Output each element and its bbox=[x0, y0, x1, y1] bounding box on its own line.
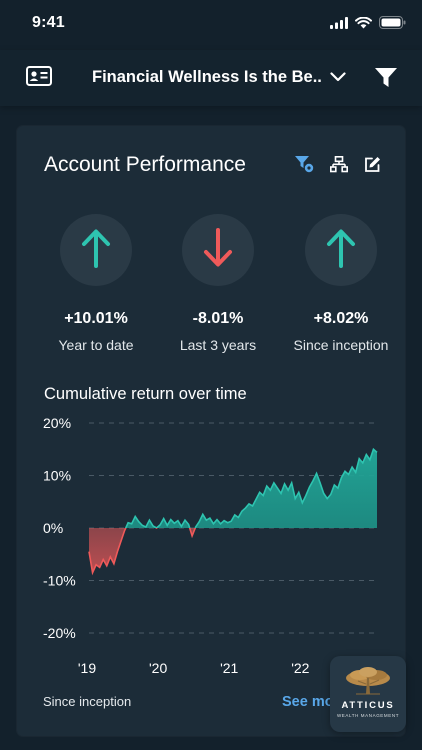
metric-value: +8.02% bbox=[313, 310, 369, 327]
signal-icon bbox=[330, 16, 348, 34]
chart-title: Cumulative return over time bbox=[44, 385, 247, 403]
metric-last-3-years: -8.01% Last 3 years bbox=[154, 214, 282, 353]
x-tick-label: '20 bbox=[149, 660, 167, 676]
wifi-icon bbox=[355, 16, 372, 34]
tree-icon bbox=[346, 667, 390, 695]
cumulative-return-chart: 20% 10% 0% -10% -20% '19 '20 '21 '22 bbox=[43, 415, 378, 676]
metric-value: +10.01% bbox=[64, 310, 128, 327]
card-title: Account Performance bbox=[44, 153, 246, 176]
see-more-link[interactable]: See mo bbox=[282, 694, 334, 710]
arrow-down-icon bbox=[203, 227, 233, 273]
arrow-up-icon bbox=[81, 228, 111, 273]
logo-subtitle: WEALTH MANAGEMENT bbox=[336, 713, 400, 718]
y-tick-label: -10% bbox=[43, 573, 76, 589]
status-bar: 9:41 bbox=[0, 0, 422, 50]
metric-circle bbox=[182, 214, 254, 286]
hierarchy-icon[interactable] bbox=[330, 155, 348, 178]
chart-axis-labels: 20% 10% 0% -10% -20% '19 '20 '21 '22 bbox=[43, 415, 310, 676]
edit-icon[interactable] bbox=[364, 156, 381, 178]
chevron-down-icon bbox=[330, 69, 346, 87]
header-title: Financial Wellness Is the Be.. bbox=[92, 68, 322, 86]
metric-label: Since inception bbox=[293, 337, 389, 353]
logo-name: ATTICUS bbox=[341, 700, 395, 711]
chart-area bbox=[88, 447, 378, 576]
status-time: 9:41 bbox=[32, 14, 65, 31]
arrow-up-icon bbox=[326, 228, 356, 273]
filter-settings-icon[interactable] bbox=[295, 155, 314, 178]
x-tick-label: '22 bbox=[291, 660, 309, 676]
metric-label: Last 3 years bbox=[179, 337, 257, 353]
metric-year-to-date: +10.01% Year to date bbox=[32, 214, 160, 353]
metric-circle bbox=[305, 214, 377, 286]
battery-icon bbox=[379, 16, 406, 34]
positive-area bbox=[89, 449, 377, 528]
metric-label: Year to date bbox=[58, 337, 134, 353]
x-tick-label: '21 bbox=[220, 660, 238, 676]
y-tick-label: 0% bbox=[43, 520, 63, 536]
metric-value: -8.01% bbox=[192, 310, 244, 327]
contact-card-icon[interactable] bbox=[26, 66, 52, 86]
card-toolbar bbox=[295, 155, 381, 178]
metric-circle bbox=[60, 214, 132, 286]
account-selector[interactable]: Financial Wellness Is the Be.. bbox=[92, 68, 346, 87]
y-tick-label: 20% bbox=[43, 415, 71, 431]
atticus-logo: ATTICUS WEALTH MANAGEMENT bbox=[330, 656, 406, 732]
status-icons bbox=[330, 16, 406, 34]
period-label: Since inception bbox=[43, 694, 132, 709]
metric-since-inception: +8.02% Since inception bbox=[277, 214, 405, 353]
y-tick-label: -20% bbox=[43, 625, 76, 641]
app-header: Financial Wellness Is the Be.. bbox=[0, 50, 422, 106]
x-tick-label: '19 bbox=[78, 660, 96, 676]
y-tick-label: 10% bbox=[43, 468, 71, 484]
filter-icon[interactable] bbox=[375, 67, 397, 88]
account-performance-card: Account Performance +10.01% Year to date… bbox=[17, 126, 405, 736]
